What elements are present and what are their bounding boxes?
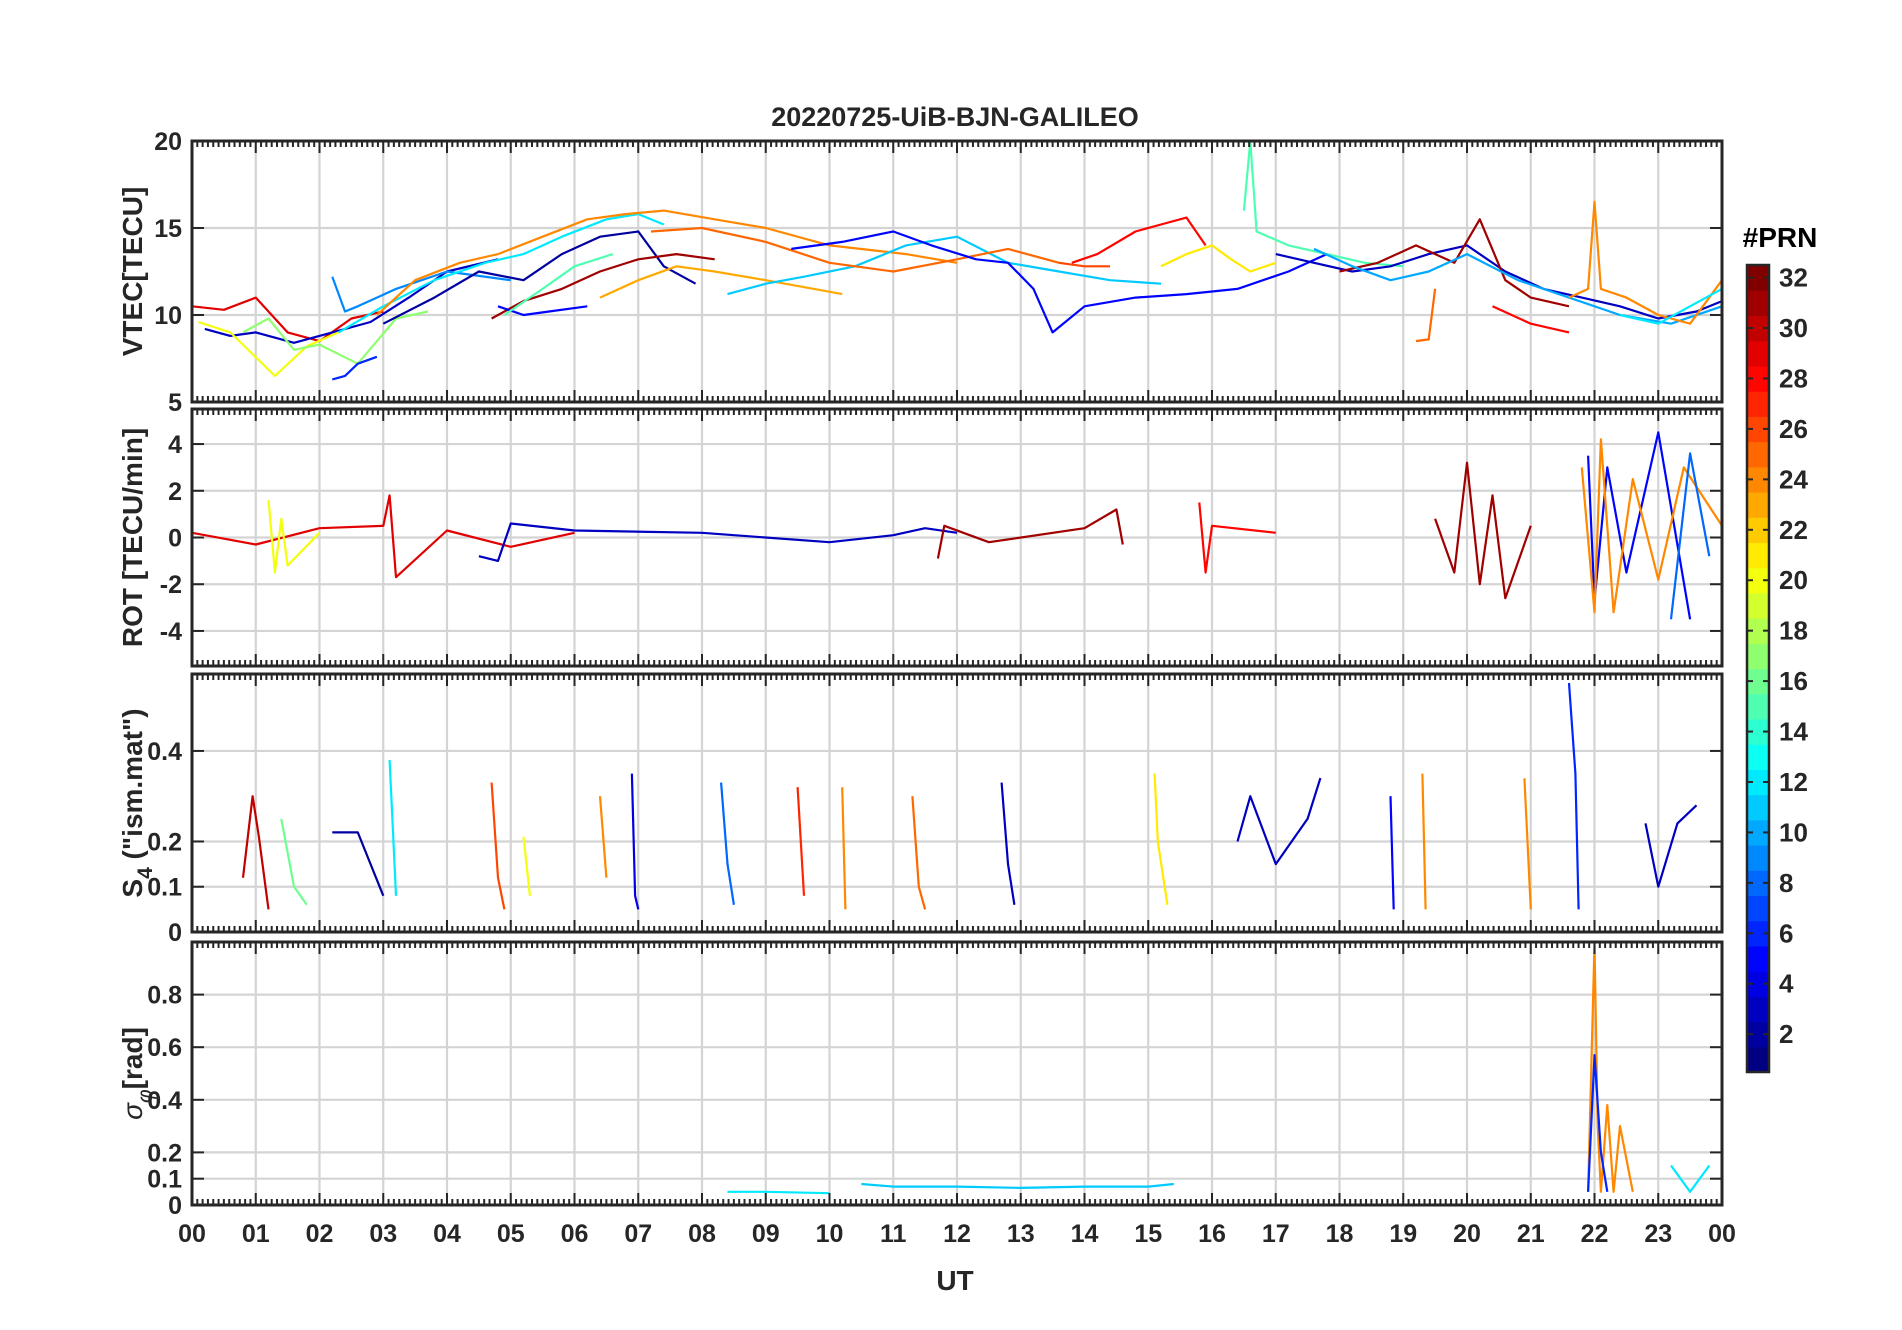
x-tick-label: 08 xyxy=(688,1220,716,1248)
colorbar-swatch xyxy=(1747,996,1769,1023)
x-tick-label: 00 xyxy=(178,1220,206,1248)
colorbar-swatch xyxy=(1747,945,1769,972)
colorbar-tick-label: 14 xyxy=(1779,717,1808,747)
colorbar-swatch xyxy=(1747,290,1769,317)
x-tick-label: 10 xyxy=(816,1220,844,1248)
colorbar-swatch xyxy=(1747,391,1769,417)
colorbar-swatch xyxy=(1747,592,1769,619)
x-tick-label: 20 xyxy=(1453,1220,1481,1248)
x-tick-label: 11 xyxy=(880,1220,907,1248)
y-tick-label: 10 xyxy=(154,302,182,330)
colorbar-tick-label: 32 xyxy=(1779,263,1808,293)
colorbar-tick-label: 10 xyxy=(1779,817,1808,847)
x-tick-label: 23 xyxy=(1644,1220,1672,1248)
figure: 20220725-UiB-BJN-GALILEO 5101520VTEC[TEC… xyxy=(117,102,1818,1296)
y-tick-label: -2 xyxy=(160,571,182,599)
colorbar-tick-label: 2 xyxy=(1779,1019,1793,1049)
y-tick-label: 0.6 xyxy=(147,1034,182,1062)
y-tick-label: 20 xyxy=(154,128,182,156)
colorbar-title: #PRN xyxy=(1743,222,1818,253)
x-tick-label: 17 xyxy=(1262,1220,1290,1248)
x-tick-label: 16 xyxy=(1198,1220,1226,1248)
x-tick-label: 07 xyxy=(624,1220,652,1248)
y-tick-label: 15 xyxy=(154,215,182,243)
colorbar-swatch xyxy=(1747,693,1769,720)
colorbar-tick-label: 18 xyxy=(1779,616,1808,646)
y-tick-label: 2 xyxy=(168,478,182,506)
x-tick-label: 00 xyxy=(1708,1220,1736,1248)
x-tick-label: 18 xyxy=(1326,1220,1354,1248)
colorbar-swatch xyxy=(1747,441,1769,468)
panel-vtec: 5 10 15 20 VTEC[TECU] xyxy=(117,128,1724,417)
panel-s4: 00.10.20.4S4 ("ism.mat") xyxy=(117,672,1724,947)
y-tick-label: 4 xyxy=(168,431,182,459)
colorbar-tick-label: 12 xyxy=(1779,767,1808,797)
colorbar-swatch xyxy=(1747,744,1769,770)
x-axis-label: UT xyxy=(936,1265,973,1296)
x-tick-label: 14 xyxy=(1071,1220,1099,1248)
colorbar-swatch xyxy=(1747,340,1769,367)
y-tick-label: 0 xyxy=(168,525,182,553)
y-tick-label: 0.2 xyxy=(147,828,182,856)
colorbar-tick-label: 4 xyxy=(1779,969,1794,999)
colorbar-tick-label: 24 xyxy=(1779,464,1808,494)
colorbar-swatch xyxy=(1747,794,1769,821)
colorbar-swatch xyxy=(1747,491,1769,518)
y-tick-label: -4 xyxy=(160,618,182,646)
x-tick-label: 19 xyxy=(1389,1220,1417,1248)
colorbar-tick-label: 26 xyxy=(1779,414,1808,444)
y-tick-label: 0.8 xyxy=(147,982,182,1010)
colorbar-tick-label: 30 xyxy=(1779,313,1808,343)
y-tick-label: 0.2 xyxy=(147,1139,182,1167)
y-tick-label: 5 xyxy=(168,389,182,417)
y-tick-label: 0.4 xyxy=(147,738,182,766)
chart-title: 20220725-UiB-BJN-GALILEO xyxy=(771,102,1139,132)
x-tick-label: 22 xyxy=(1581,1220,1609,1248)
x-axis: 00 01 02 03 04 05 06 07 08 09 10 11 12 13 14 15 16 17 18 19… xyxy=(178,1220,1736,1248)
x-tick-label: 21 xyxy=(1517,1220,1545,1248)
colorbar-tick-label: 8 xyxy=(1779,868,1793,898)
x-tick-label: 02 xyxy=(306,1220,334,1248)
x-tick-label: 05 xyxy=(497,1220,525,1248)
colorbar-tick-label: 22 xyxy=(1779,515,1808,545)
y-tick-label: 0 xyxy=(168,1192,182,1220)
x-tick-label: 12 xyxy=(943,1220,971,1248)
y-tick-label: 0.1 xyxy=(147,1166,182,1194)
panel-rot: -4 -2 0 2 4 ROT [TECU/min] xyxy=(117,407,1724,668)
y-axis-label: VTEC[TECU] xyxy=(117,187,148,357)
colorbar-tick-label: 28 xyxy=(1779,363,1808,393)
x-tick-label: 01 xyxy=(242,1220,270,1248)
colorbar-swatch xyxy=(1747,895,1769,922)
x-tick-label: 03 xyxy=(369,1220,397,1248)
x-tick-label: 15 xyxy=(1134,1220,1162,1248)
colorbar-swatch xyxy=(1747,542,1769,569)
y-tick-label: 0 xyxy=(168,919,182,947)
x-tick-label: 06 xyxy=(561,1220,589,1248)
colorbar: 2468101214161820222426283032#PRN xyxy=(1743,222,1818,1074)
y-axis-label: S4 ("ism.mat") xyxy=(117,708,157,897)
panel-sigma: 00.10.20.40.60.8σφ[rad] xyxy=(117,940,1724,1220)
colorbar-swatch xyxy=(1747,1046,1769,1073)
colorbar-swatch xyxy=(1747,643,1769,670)
x-tick-label: 04 xyxy=(433,1220,461,1248)
x-tick-label: 09 xyxy=(752,1220,780,1248)
colorbar-tick-label: 6 xyxy=(1779,918,1793,948)
x-tick-label: 13 xyxy=(1007,1220,1035,1248)
panels: 5101520VTEC[TECU]-4-2024ROT [TECU/min]00… xyxy=(117,128,1736,1248)
y-axis-label: ROT [TECU/min] xyxy=(117,428,148,647)
colorbar-swatch xyxy=(1747,845,1769,871)
colorbar-tick-label: 20 xyxy=(1779,565,1808,595)
colorbar-tick-label: 16 xyxy=(1779,666,1808,696)
